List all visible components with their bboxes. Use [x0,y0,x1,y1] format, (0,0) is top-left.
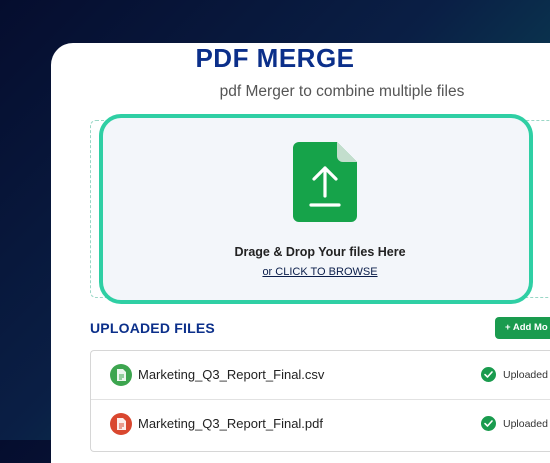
file-dropzone[interactable]: Drage & Drop Your files Here or CLICK TO… [99,114,533,304]
dropzone-instruction: Drage & Drop Your files Here [234,245,406,259]
file-upload-icon [293,142,357,222]
file-status: Uploaded [503,369,548,381]
file-row[interactable]: Marketing_Q3_Report_Final.pdf Uploaded [91,399,550,448]
add-more-button[interactable]: + Add Mo [495,317,550,339]
file-name: Marketing_Q3_Report_Final.csv [138,367,325,382]
page-title: PDF MERGE [195,43,355,73]
uploaded-files-heading: UPLOADED FILES [90,320,215,336]
pdf-file-icon [110,413,132,435]
file-name: Marketing_Q3_Report_Final.pdf [138,416,323,431]
browse-link[interactable]: or CLICK TO BROWSE [103,266,537,278]
page-subtitle: pdf Merger to combine multiple files [219,83,465,100]
uploaded-files-list: Marketing_Q3_Report_Final.csv Uploaded M… [90,350,550,452]
csv-file-icon [110,364,132,386]
file-status: Uploaded [503,418,548,430]
check-circle-icon [481,367,496,382]
file-row[interactable]: Marketing_Q3_Report_Final.csv Uploaded [91,351,550,399]
check-circle-icon [481,416,496,431]
